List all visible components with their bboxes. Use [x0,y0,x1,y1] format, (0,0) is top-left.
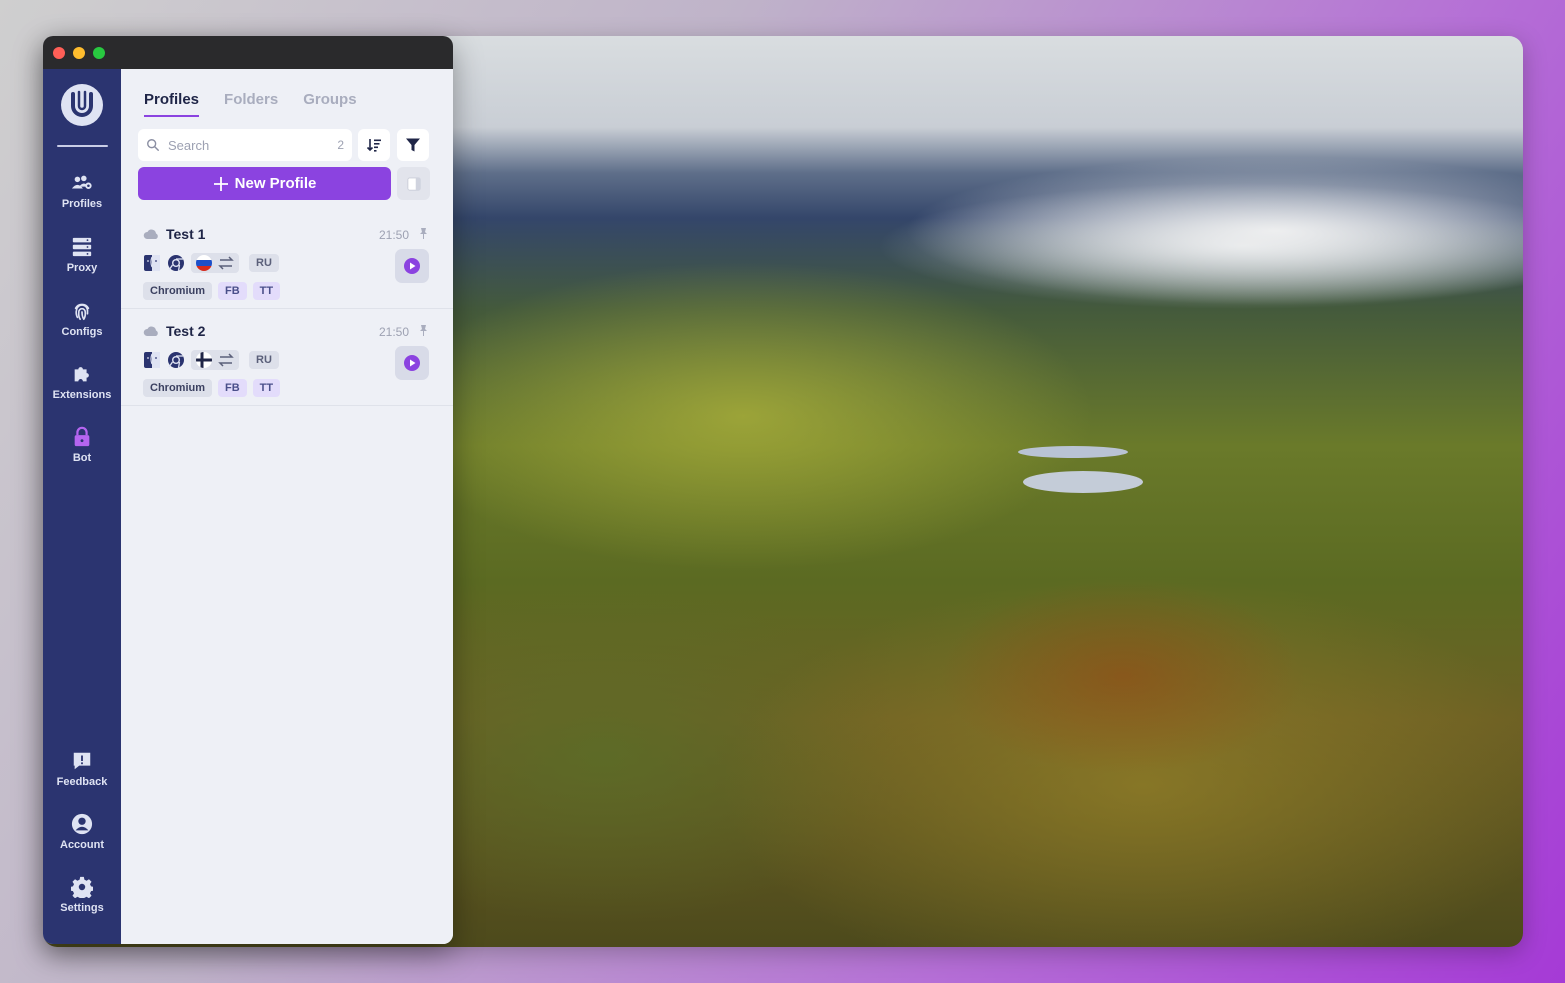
logo-divider [57,145,108,147]
lock-icon [74,426,90,447]
geo-badge: RU [249,351,279,369]
sidebar-item-label: Profiles [61,198,103,210]
swap-arrows-icon [218,256,234,270]
users-gear-icon [71,175,92,189]
swap-arrows-icon [218,353,234,367]
tag-badge: TT [252,282,281,300]
plus-icon [213,176,228,191]
tab-profiles[interactable]: Profiles [144,91,200,117]
profile-tags: Chromium FB TT [143,379,281,397]
chromium-icon [168,255,184,272]
profile-attributes: RU [143,253,279,273]
browser-badge: Chromium [143,282,212,300]
panel-toggle-icon [406,176,421,191]
sidebar-item-label: Account [60,839,104,851]
wallpaper-pond [1023,471,1143,493]
tag-badge: FB [218,379,247,397]
toggle-panel-button[interactable] [397,167,430,200]
play-icon [404,258,420,274]
start-profile-button[interactable] [395,346,429,380]
profile-attributes: RU [143,350,279,370]
search-box: 2 [138,129,352,161]
new-profile-label: New Profile [234,175,317,192]
profile-name: Test 1 [166,226,206,242]
sort-icon [366,139,381,152]
tab-bar: Profiles Folders Groups [144,91,357,117]
filter-button[interactable] [397,129,429,161]
gear-icon [71,876,93,898]
pin-icon[interactable] [418,324,429,336]
sidebar-item-label: Bot [72,452,92,464]
proxy-location-chip [191,350,239,370]
tab-groups[interactable]: Groups [303,91,356,117]
profile-time: 21:50 [379,228,410,242]
search-result-count: 2 [337,138,344,152]
search-input[interactable] [168,137,318,153]
sidebar-item-proxy[interactable]: Proxy [43,236,121,274]
app-window: Profiles Proxy Configs Extensions Bot Fe… [43,36,453,944]
puzzle-icon [74,367,89,382]
geo-badge: RU [249,254,279,272]
sidebar-item-extensions[interactable]: Extensions [43,363,121,401]
cloud-icon [143,326,158,336]
close-window-button[interactable] [53,46,65,59]
sidebar-item-label: Feedback [56,776,108,788]
sidebar: Profiles Proxy Configs Extensions Bot Fe… [43,69,121,944]
proxy-location-chip [191,253,239,273]
sidebar-item-label: Configs [61,326,103,338]
play-icon [404,355,420,371]
sidebar-item-configs[interactable]: Configs [43,300,121,338]
account-icon [71,813,93,835]
profile-time: 21:50 [379,325,410,339]
cloud-icon [143,229,158,239]
sidebar-item-label: Settings [60,902,104,914]
sidebar-item-profiles[interactable]: Profiles [43,172,121,210]
macos-finder-icon [144,255,160,271]
feedback-icon [73,752,91,770]
profile-name: Test 2 [166,323,206,339]
tag-badge: TT [252,379,281,397]
profile-row[interactable]: Test 2 21:50 RU Chromium FB TT [121,309,453,406]
sidebar-item-feedback[interactable]: Feedback [43,750,121,788]
wallpaper-mist [903,156,1523,306]
wallpaper-pond [1018,446,1128,458]
browser-badge: Chromium [143,379,212,397]
start-profile-button[interactable] [395,249,429,283]
sort-button[interactable] [358,129,390,161]
pin-icon[interactable] [418,227,429,239]
profile-tags: Chromium FB TT [143,282,281,300]
search-icon [147,139,159,151]
sidebar-item-bot[interactable]: Bot [43,426,121,464]
macos-finder-icon [144,352,160,368]
filter-icon [406,138,420,152]
new-profile-button[interactable]: New Profile [138,167,391,200]
sidebar-item-settings[interactable]: Settings [43,876,121,914]
profile-row[interactable]: Test 1 21:50 RU Chromium FB TT [121,212,453,309]
maximize-window-button[interactable] [93,46,105,59]
sidebar-item-account[interactable]: Account [43,813,121,851]
sidebar-item-label: Proxy [66,262,98,274]
app-logo-icon[interactable] [60,83,104,127]
server-icon [72,237,92,257]
chromium-icon [168,352,184,369]
minimize-window-button[interactable] [73,46,85,59]
finland-flag-icon [196,352,212,368]
profiles-panel: Profiles Folders Groups 2 [121,69,453,944]
sidebar-item-label: Extensions [52,389,112,401]
tag-badge: FB [218,282,247,300]
title-bar [43,36,453,69]
tab-folders[interactable]: Folders [224,91,278,117]
russia-flag-icon [196,255,212,271]
fingerprint-icon [74,303,90,321]
